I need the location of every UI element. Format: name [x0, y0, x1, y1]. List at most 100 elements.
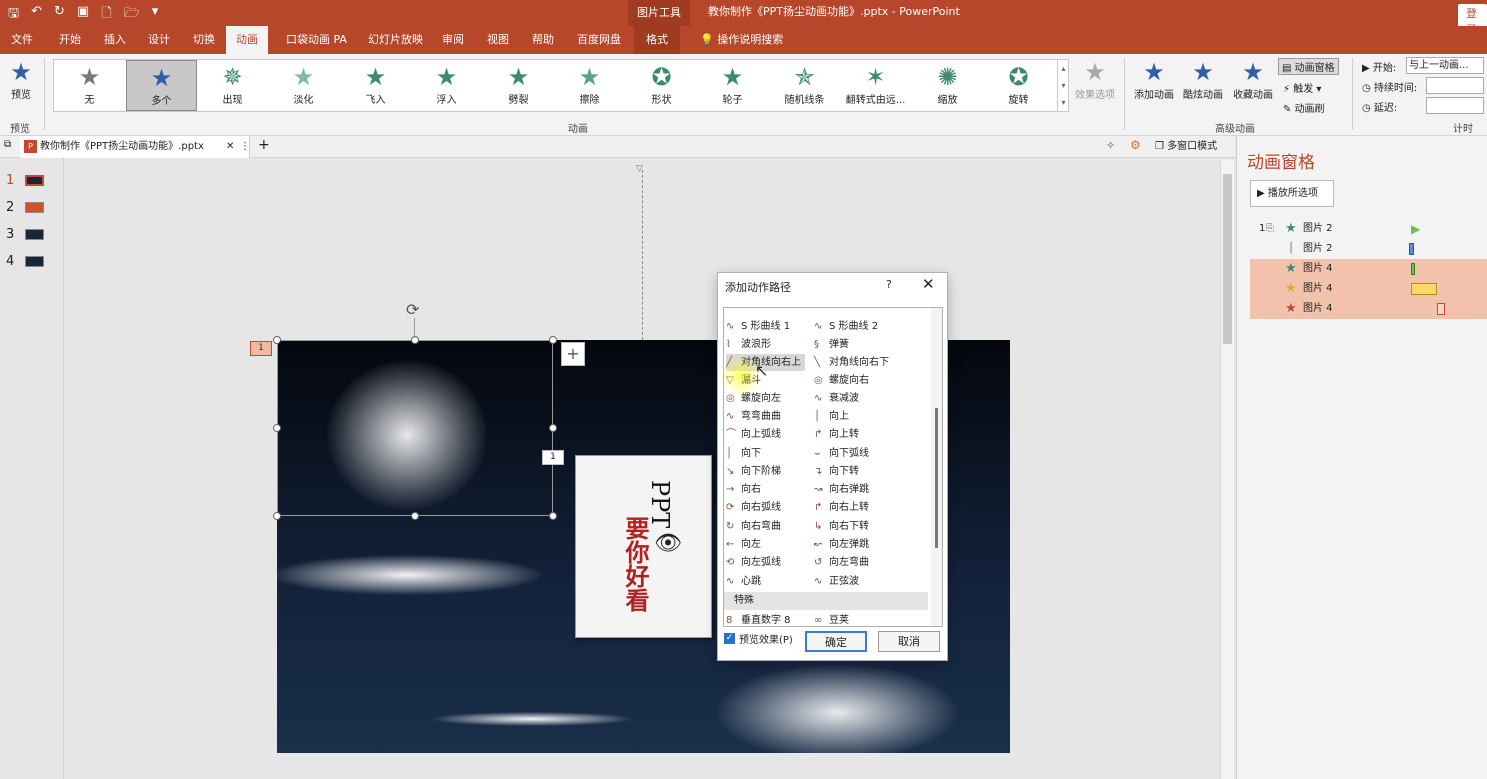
- anim-float-in[interactable]: ★ 浮入: [411, 60, 482, 111]
- resize-handle[interactable]: [549, 424, 557, 432]
- animation-row[interactable]: 1 ⎘ ★ 图片 2 ▶: [1250, 219, 1487, 239]
- anim-wheel[interactable]: ★ 轮子: [697, 60, 768, 111]
- play-selected-button[interactable]: ▶ 播放所选项: [1250, 180, 1334, 207]
- canvas-scrollbar[interactable]: [1220, 160, 1234, 779]
- anim-appear[interactable]: ✵ 出现: [197, 60, 268, 111]
- preview-effect-checkbox[interactable]: ✓: [724, 633, 735, 644]
- resize-handle[interactable]: [411, 512, 419, 520]
- path-item[interactable]: ↜ 向左弹跳: [814, 536, 869, 553]
- tab-format[interactable]: 格式: [634, 26, 680, 54]
- customize-qat-icon[interactable]: ▾: [152, 4, 159, 26]
- path-item[interactable]: ∿ 心跳: [726, 573, 761, 590]
- path-item[interactable]: ∿ 衰减波: [814, 390, 859, 407]
- tab-close-icon[interactable]: ✕: [226, 136, 234, 158]
- animation-order-tag-2[interactable]: 1: [542, 450, 564, 465]
- animation-row[interactable]: ★ 图片 4: [1250, 259, 1487, 279]
- tab-design[interactable]: 设计: [146, 26, 172, 54]
- resize-handle[interactable]: [273, 336, 281, 344]
- settings-gear-icon[interactable]: ⚙: [1130, 138, 1141, 152]
- slide-thumb-3[interactable]: 3: [0, 224, 64, 244]
- help-button[interactable]: ?: [886, 278, 892, 291]
- resize-handle[interactable]: [273, 512, 281, 520]
- path-item[interactable]: ∿ 弯弯曲曲: [726, 408, 781, 425]
- canvas-scroll-thumb[interactable]: [1223, 174, 1232, 344]
- effect-options-button[interactable]: ★ 效果选项: [1072, 58, 1118, 101]
- path-item[interactable]: 8 垂直数字 8: [726, 612, 791, 626]
- path-item[interactable]: ↻ 向右弯曲: [726, 518, 781, 535]
- scroll-thumb[interactable]: [935, 408, 938, 548]
- path-item[interactable]: ∞ 豆荚: [814, 612, 849, 626]
- resize-handle[interactable]: [273, 424, 281, 432]
- path-item[interactable]: → 向右: [726, 481, 761, 498]
- path-item[interactable]: ⌇ 波浪形: [726, 336, 771, 353]
- resize-handle[interactable]: [549, 512, 557, 520]
- animation-pane-button[interactable]: ▤ 动画窗格: [1278, 58, 1339, 75]
- delay-input[interactable]: [1426, 97, 1484, 114]
- tab-review[interactable]: 审阅: [440, 26, 466, 54]
- path-item[interactable]: ↴ 向下转: [814, 463, 859, 480]
- tab-insert[interactable]: 插入: [102, 26, 128, 54]
- dust-streak-image[interactable]: [272, 555, 542, 595]
- animation-row[interactable]: ★ 图片 4: [1250, 279, 1487, 299]
- animation-row[interactable]: ★ 图片 4: [1250, 299, 1487, 319]
- dust-cloud-bottom-image[interactable]: [717, 665, 957, 760]
- anim-grow-turn[interactable]: ✶ 翻转式由远...: [840, 60, 911, 111]
- tab-view[interactable]: 视图: [485, 26, 511, 54]
- anim-multiple[interactable]: ★ 多个: [126, 60, 197, 111]
- path-item[interactable]: ◎ 螺旋向右: [814, 372, 869, 389]
- anim-shape[interactable]: ✪ 形状: [626, 60, 697, 111]
- tab-home[interactable]: 开始: [57, 26, 83, 54]
- preview-button[interactable]: ★ 预览: [4, 58, 38, 101]
- tab-more-icon[interactable]: ⋮: [240, 136, 250, 158]
- magic-icon[interactable]: ✧: [1106, 139, 1115, 152]
- path-item[interactable]: § 弹簧: [814, 336, 849, 353]
- path-item[interactable]: ⌒ 向上弧线: [726, 426, 781, 443]
- tab-help[interactable]: 帮助: [530, 26, 556, 54]
- anim-split[interactable]: ★ 劈裂: [483, 60, 554, 111]
- path-item[interactable]: ↱ 向上转: [814, 426, 859, 443]
- tab-slideshow[interactable]: 幻灯片放映: [366, 26, 425, 54]
- add-animation-button[interactable]: ★ 添加动画: [1130, 58, 1178, 101]
- slide-thumb-1[interactable]: 1: [0, 170, 64, 190]
- slide-thumb-2[interactable]: 2: [0, 197, 64, 217]
- tab-file[interactable]: 文件: [9, 26, 35, 54]
- new-tab-icon[interactable]: +: [258, 137, 270, 153]
- multi-window-mode-button[interactable]: ❐ 多窗口模式: [1155, 136, 1217, 158]
- anim-spin[interactable]: ✪ 旋转: [983, 60, 1054, 111]
- tab-pocket-animation[interactable]: 口袋动画 PA: [284, 26, 349, 54]
- trigger-button[interactable]: ⚡ 触发 ▾: [1283, 80, 1321, 95]
- anim-fly-in[interactable]: ★ 飞入: [340, 60, 411, 111]
- slide-thumb-4[interactable]: 4: [0, 251, 64, 271]
- path-item[interactable]: ∿ S 形曲线 1: [726, 318, 790, 335]
- path-item[interactable]: ← 向左: [726, 536, 761, 553]
- ok-button[interactable]: 确定: [805, 631, 867, 652]
- path-item[interactable]: ↺ 向左弯曲: [814, 554, 869, 571]
- animation-order-tag[interactable]: 1: [250, 341, 272, 356]
- close-icon[interactable]: ✕: [922, 275, 935, 293]
- anim-zoom[interactable]: ✺ 缩放: [912, 60, 983, 111]
- favorite-animation-button[interactable]: ★ 收藏动画: [1229, 58, 1277, 101]
- tab-transitions[interactable]: 切换: [191, 26, 217, 54]
- undo-icon[interactable]: ↶: [31, 4, 42, 26]
- path-item[interactable]: ⌣ 向下弧线: [814, 445, 869, 462]
- tab-baidu-netdisk[interactable]: 百度网盘: [575, 26, 623, 54]
- animation-brush-button[interactable]: ✎ 动画刷: [1283, 100, 1325, 115]
- book-image[interactable]: PPT 要你好看 👁: [575, 455, 712, 638]
- duration-input[interactable]: [1426, 77, 1484, 94]
- save-icon[interactable]: 🖫: [8, 4, 19, 26]
- resize-handle[interactable]: [411, 336, 419, 344]
- cool-animation-button[interactable]: ★ 酷炫动画: [1180, 58, 1226, 101]
- quick-add-button[interactable]: +: [561, 342, 585, 366]
- dust-line-image[interactable]: [432, 712, 632, 726]
- anim-random-bars[interactable]: ✯ 随机线条: [769, 60, 840, 111]
- tab-list-icon[interactable]: ⧉: [4, 139, 11, 150]
- anim-none[interactable]: ★ 无: [54, 60, 125, 111]
- list-scrollbar[interactable]: [931, 308, 942, 626]
- redo-icon[interactable]: ↻: [54, 4, 65, 26]
- path-item[interactable]: ⟲ 向左弧线: [726, 554, 781, 571]
- rotate-handle-icon[interactable]: ⟳: [406, 300, 419, 319]
- animation-row[interactable]: │ 图片 2: [1250, 239, 1487, 259]
- new-file-icon[interactable]: 🗋: [101, 4, 111, 26]
- tab-animations[interactable]: 动画: [226, 26, 268, 54]
- path-item[interactable]: ↱ 向右上转: [814, 499, 869, 516]
